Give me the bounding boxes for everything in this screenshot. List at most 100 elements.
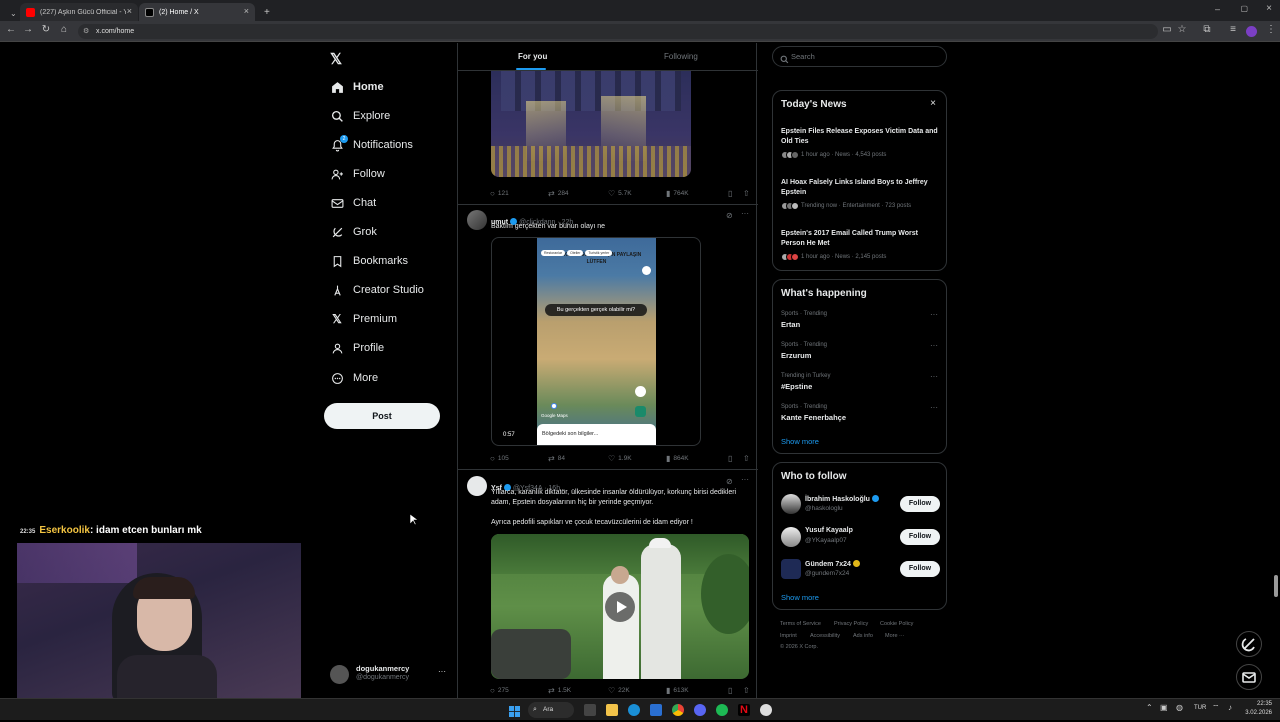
repost-button[interactable]: ⇄ 84 — [548, 454, 565, 463]
menu-icon[interactable]: ⋮ — [1264, 24, 1278, 35]
footer-link[interactable]: Ads info — [853, 633, 873, 639]
maximize-button[interactable]: ▢ — [1240, 4, 1248, 13]
chrome-icon[interactable] — [672, 704, 684, 716]
repost-button[interactable]: ⇄ 1.5K — [548, 686, 571, 695]
nav-bookmarks[interactable]: Bookmarks — [330, 250, 408, 272]
follow-button[interactable]: Follow — [900, 529, 940, 545]
trend-name[interactable]: #Epstine — [781, 382, 812, 391]
news-title[interactable]: Epstein Files Release Exposes Victim Dat… — [781, 127, 939, 147]
show-more-link[interactable]: Show more — [781, 437, 819, 446]
windows-start-icon[interactable] — [509, 704, 520, 717]
footer-link[interactable]: More ··· — [885, 633, 905, 639]
avatar[interactable] — [467, 210, 487, 230]
wifi-icon[interactable]: ⌔ — [1212, 703, 1220, 713]
messages-float-button[interactable] — [1236, 664, 1262, 690]
reply-button[interactable]: ○ 275 — [490, 686, 509, 695]
github-icon[interactable] — [760, 704, 772, 716]
media-icon[interactable]: ≡ — [1226, 24, 1240, 35]
profile-avatar-icon[interactable] — [1246, 26, 1257, 37]
tab-for-you[interactable]: For you — [518, 52, 547, 61]
nav-explore[interactable]: Explore — [330, 105, 390, 127]
nav-grok[interactable]: Grok — [330, 221, 377, 243]
avatar[interactable] — [781, 559, 801, 579]
news-title[interactable]: Epstein's 2017 Email Called Trump Worst … — [781, 229, 939, 249]
avatar[interactable] — [467, 476, 487, 496]
post-more-icon[interactable]: ··· — [741, 475, 749, 484]
post-video[interactable]: HER KESİN GÖRMESİ İÇİN PAYLAŞIN LÜTFEN R… — [491, 237, 701, 446]
home-icon[interactable]: ⌂ — [57, 24, 71, 35]
like-button[interactable]: ♡ 1.9K — [608, 454, 632, 463]
share-button[interactable]: ⇧ — [743, 686, 753, 695]
nav-premium[interactable]: 𝕏 Premium — [330, 308, 397, 330]
tray-chevron-icon[interactable]: ⌃ — [1146, 703, 1153, 712]
post-image[interactable] — [491, 71, 691, 177]
close-icon[interactable]: × — [930, 98, 936, 109]
clock[interactable]: 22:35 3.02.2026 — [1244, 700, 1272, 718]
post-button[interactable]: Post — [324, 403, 440, 429]
views-button[interactable]: ▮ 613K — [666, 686, 689, 695]
post-more-icon[interactable]: ··· — [741, 209, 749, 218]
new-tab-button[interactable]: + — [258, 3, 272, 21]
footer-link[interactable]: Cookie Policy — [880, 621, 913, 627]
trend-more-icon[interactable]: ··· — [930, 403, 938, 412]
edge-icon[interactable] — [628, 704, 640, 716]
avatar[interactable] — [781, 494, 801, 514]
trend-more-icon[interactable]: ··· — [930, 341, 938, 350]
footer-link[interactable]: Imprint — [780, 633, 797, 639]
back-icon[interactable]: ← — [4, 24, 18, 35]
nav-creator-studio[interactable]: Creator Studio — [330, 279, 424, 301]
discord-icon[interactable] — [694, 704, 706, 716]
trend-more-icon[interactable]: ··· — [930, 310, 938, 319]
account-switcher[interactable]: dogukanmercy @dogukanmercy ··· — [328, 662, 453, 688]
cast-icon[interactable]: ▭ — [1160, 24, 1174, 35]
footer-link[interactable]: Privacy Policy — [834, 621, 868, 627]
bookmark-button[interactable]: ▯ — [728, 189, 735, 198]
trend-more-icon[interactable]: ··· — [930, 372, 938, 381]
reload-icon[interactable]: ↻ — [39, 24, 53, 35]
tray-app-icon[interactable]: ▣ — [1160, 703, 1168, 712]
search-input[interactable]: Search — [772, 46, 947, 67]
footer-link[interactable]: Terms of Service — [780, 621, 821, 627]
tab-following[interactable]: Following — [664, 52, 698, 61]
bookmark-button[interactable]: ▯ — [728, 686, 735, 695]
close-tab-icon[interactable]: × — [244, 6, 249, 16]
avatar[interactable] — [781, 527, 801, 547]
store-icon[interactable] — [650, 704, 662, 716]
reply-button[interactable]: ○ 105 — [490, 454, 509, 463]
scrollbar-thumb[interactable] — [1274, 575, 1278, 597]
file-explorer-icon[interactable] — [606, 704, 618, 716]
task-view-icon[interactable] — [584, 704, 596, 716]
nav-more[interactable]: More — [330, 367, 378, 389]
trend-name[interactable]: Erzurum — [781, 351, 811, 360]
nav-profile[interactable]: Profile — [330, 337, 384, 359]
volume-icon[interactable]: ♪ — [1228, 703, 1232, 712]
nav-follow[interactable]: Follow — [330, 163, 385, 185]
footer-link[interactable]: Accessibility — [810, 633, 840, 639]
share-button[interactable]: ⇧ — [743, 189, 753, 198]
taskbar-search[interactable]: ⌕ Ara — [528, 702, 574, 718]
input-language[interactable]: TUR — [1194, 705, 1206, 711]
tab-x-home[interactable]: (2) Home / X × — [139, 3, 255, 21]
netflix-icon[interactable]: N — [738, 704, 750, 716]
bookmark-button[interactable]: ▯ — [728, 454, 735, 463]
follow-suggestion-name[interactable]: Yusuf Kayaalp — [805, 527, 853, 534]
site-info-icon[interactable]: ⚙ — [83, 24, 89, 39]
post-video[interactable] — [491, 534, 749, 679]
spotify-icon[interactable] — [716, 704, 728, 716]
tab-youtube[interactable]: (227) Aşkın Gücü Official - YouT × — [20, 3, 138, 21]
play-button[interactable] — [605, 592, 635, 622]
follow-suggestion-name[interactable]: Gündem 7x24 — [805, 560, 862, 568]
repost-button[interactable]: ⇄ 284 — [548, 189, 569, 198]
views-button[interactable]: ▮ 864K — [666, 454, 689, 463]
views-button[interactable]: ▮ 764K — [666, 189, 689, 198]
close-window-button[interactable]: × — [1266, 3, 1272, 14]
grok-post-icon[interactable]: ⊘ — [726, 211, 733, 220]
extensions-icon[interactable]: ⧉ — [1200, 24, 1214, 35]
tab-list-button[interactable]: ⌄ — [4, 4, 18, 22]
news-title[interactable]: AI Hoax Falsely Links Island Boys to Jef… — [781, 178, 939, 198]
forward-icon[interactable]: → — [21, 24, 35, 35]
trend-name[interactable]: Kante Fenerbahçe — [781, 413, 846, 422]
show-more-link[interactable]: Show more — [781, 593, 819, 602]
nav-chat[interactable]: Chat — [330, 192, 376, 214]
like-button[interactable]: ♡ 22K — [608, 686, 630, 695]
